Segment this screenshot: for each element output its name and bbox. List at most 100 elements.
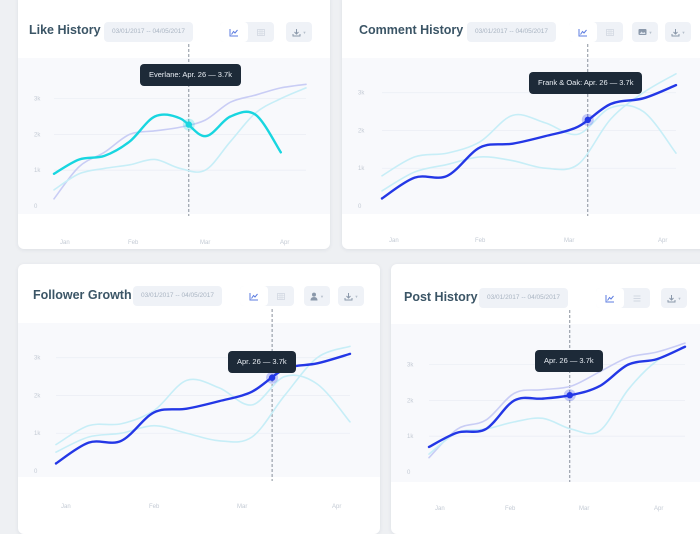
x-tick-label: Jan <box>435 506 445 512</box>
chevron-down-icon: ▼ <box>302 29 307 35</box>
download-icon <box>671 28 680 36</box>
x-tick-label: Apr <box>658 238 667 244</box>
table-view-button[interactable] <box>597 22 623 42</box>
line-chart-view-button[interactable] <box>240 286 268 306</box>
download-dropdown[interactable]: ▼ <box>665 22 691 42</box>
x-tick-label: Apr <box>332 504 341 510</box>
y-tick-label: 3k <box>34 356 41 362</box>
x-tick-label: Mar <box>200 240 210 246</box>
download-dropdown[interactable]: ▼ <box>286 22 312 42</box>
y-tick-label: 1k <box>34 431 41 437</box>
series-line-frank-oak <box>380 83 678 200</box>
chart-tooltip: Everlane: Apr. 26 — 3.7k <box>140 64 241 86</box>
x-tick-label: Jan <box>60 240 70 246</box>
card-title: Post History <box>404 290 478 304</box>
download-dropdown[interactable]: ▼ <box>338 286 364 306</box>
chevron-down-icon: ▼ <box>681 29 686 35</box>
y-tick-label: 1k <box>34 168 41 174</box>
table-view-button[interactable] <box>624 288 650 308</box>
download-icon <box>292 28 301 36</box>
series-line-pale-cyan-a <box>55 374 351 446</box>
x-tick-label: Apr <box>280 240 289 246</box>
y-tick-label: 0 <box>34 469 38 475</box>
y-tick-label: 2k <box>407 398 414 404</box>
chevron-down-icon: ▼ <box>648 29 653 35</box>
view-toggle <box>240 286 294 306</box>
chevron-down-icon: ▼ <box>354 293 359 299</box>
follower-growth-chart: 0 1k 2k 3k Jan Feb Mar Apr <box>34 309 352 510</box>
image-icon <box>638 29 647 35</box>
line-chart-view-button[interactable] <box>569 22 597 42</box>
chart-tooltip: Frank & Oak: Apr. 26 — 3.7k <box>529 72 643 94</box>
card-title: Comment History <box>359 23 464 37</box>
y-tick-label: 2k <box>34 132 41 138</box>
line-chart-icon <box>578 28 587 36</box>
image-dropdown[interactable]: ▼ <box>632 22 658 42</box>
series-line-followers <box>54 352 352 465</box>
chevron-down-icon: ▼ <box>677 295 682 301</box>
x-tick-label: Jan <box>389 238 399 244</box>
x-tick-label: Jan <box>61 504 71 510</box>
table-icon <box>257 28 265 36</box>
line-chart-view-button[interactable] <box>596 288 624 308</box>
table-icon <box>277 292 285 300</box>
y-tick-label: 2k <box>34 393 41 399</box>
date-range-picker[interactable]: 03/01/2017 -- 04/05/2017 <box>133 286 223 306</box>
follower-growth-card: Follower Growth 03/01/2017 -- 04/05/2017… <box>18 264 380 534</box>
x-tick-label: Feb <box>505 506 516 512</box>
x-tick-label: Mar <box>237 504 247 510</box>
series-line-lavender <box>53 83 307 200</box>
y-tick-label: 1k <box>407 434 414 440</box>
download-dropdown[interactable]: ▼ <box>661 288 687 308</box>
line-chart-icon <box>605 294 614 302</box>
series-line-pale-cyan-b <box>55 345 351 453</box>
table-view-button[interactable] <box>268 286 294 306</box>
table-icon <box>606 28 614 36</box>
chart-tooltip: Apr. 26 — 3.7k <box>228 351 296 373</box>
line-chart-view-button[interactable] <box>220 22 248 42</box>
download-icon <box>667 294 676 302</box>
user-icon <box>310 292 318 300</box>
hover-point <box>584 116 591 124</box>
comment-history-card: Comment History 03/01/2017 -- 04/05/2017… <box>342 0 700 249</box>
y-tick-label: 2k <box>358 128 365 134</box>
date-range-picker[interactable]: 03/01/2017 -- 04/05/2017 <box>467 22 557 42</box>
like-history-chart: 0 1k 2k 3k Jan Feb Mar Apr <box>34 44 307 246</box>
comment-history-chart: 0 1k 2k 3k Jan Feb Mar Apr <box>358 44 678 244</box>
y-tick-label: 0 <box>358 204 362 210</box>
x-tick-label: Apr <box>654 506 663 512</box>
x-tick-label: Mar <box>579 506 589 512</box>
chart-tooltip: Apr. 26 — 3.7k <box>535 350 603 372</box>
hover-point <box>185 121 193 128</box>
y-tick-label: 1k <box>358 166 365 172</box>
hover-point <box>268 374 276 381</box>
view-toggle <box>569 22 623 42</box>
y-tick-label: 0 <box>34 204 38 210</box>
post-history-card: Post History 03/01/2017 -- 04/05/2017 ▼ … <box>391 264 700 534</box>
line-chart-icon <box>249 292 258 300</box>
x-tick-label: Feb <box>128 240 139 246</box>
hover-point <box>566 392 573 399</box>
line-chart-icon <box>229 28 238 36</box>
x-tick-label: Feb <box>149 504 160 510</box>
x-tick-label: Feb <box>475 238 486 244</box>
date-range-picker[interactable]: 03/01/2017 -- 04/05/2017 <box>104 22 194 42</box>
plot-area: 0 1k 2k 3k Jan Feb Mar Apr <box>342 44 700 244</box>
like-history-card: Like History 03/01/2017 -- 04/05/2017 ▼ … <box>18 0 330 249</box>
view-toggle <box>596 288 650 308</box>
y-tick-label: 3k <box>407 363 414 369</box>
y-tick-label: 3k <box>34 97 41 103</box>
download-icon <box>344 292 353 300</box>
user-dropdown[interactable]: ▼ <box>304 286 330 306</box>
list-icon <box>633 295 641 301</box>
card-title: Like History <box>29 23 101 37</box>
plot-area: 0 1k 2k 3k Jan Feb Mar Apr <box>18 309 380 510</box>
plot-area: 0 1k 2k 3k Jan Feb Mar Apr <box>391 310 700 512</box>
y-tick-label: 0 <box>407 470 411 476</box>
card-title: Follower Growth <box>33 288 132 302</box>
y-tick-label: 3k <box>358 91 365 97</box>
x-tick-label: Mar <box>564 238 574 244</box>
table-view-button[interactable] <box>248 22 274 42</box>
series-line-pale-cyan <box>53 87 307 191</box>
date-range-picker[interactable]: 03/01/2017 -- 04/05/2017 <box>479 288 569 308</box>
